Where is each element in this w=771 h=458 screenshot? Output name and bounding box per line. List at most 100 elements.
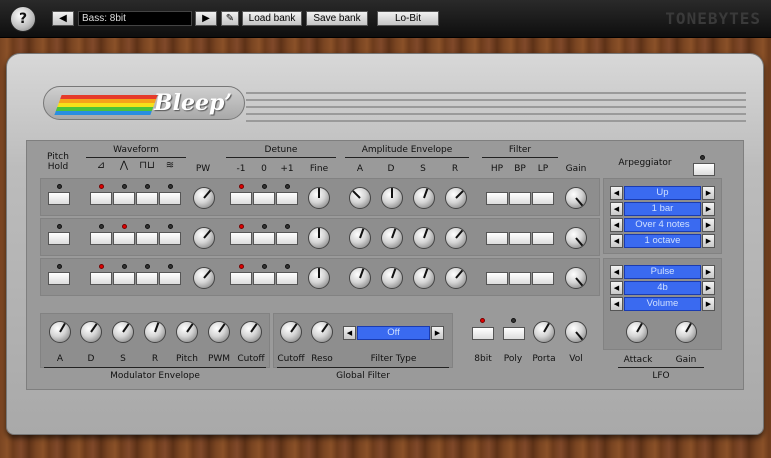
edit-preset-button[interactable]: ✎ [221, 11, 239, 26]
osc1-wave-switch[interactable] [159, 192, 181, 205]
mod-0-knob[interactable] [49, 321, 71, 343]
osc3-amp-knob[interactable] [349, 267, 371, 289]
mod-6-knob[interactable] [240, 321, 262, 343]
lfo-option-2-next-button[interactable]: ▶ [702, 281, 715, 295]
osc1-amp-knob[interactable] [413, 187, 435, 209]
lfo-gain-knob[interactable] [675, 321, 697, 343]
global-reso-knob[interactable] [311, 321, 333, 343]
arp-option-2-next-button[interactable]: ▶ [702, 202, 715, 216]
arp-option-3-prev-button[interactable]: ◀ [610, 218, 623, 232]
lfo-option-1-value[interactable]: Pulse [624, 265, 701, 279]
osc1-filter-switch[interactable] [486, 192, 508, 205]
osc2-amp-knob[interactable] [381, 227, 403, 249]
osc3-amp-knob[interactable] [413, 267, 435, 289]
osc2-amp-knob[interactable] [349, 227, 371, 249]
load-bank-button[interactable]: Load bank [242, 11, 302, 26]
filter-type-prev-button[interactable]: ◀ [343, 326, 356, 340]
osc2-wave-switch[interactable] [136, 232, 158, 245]
global-cutoff-knob[interactable] [280, 321, 302, 343]
mod-5-knob[interactable] [208, 321, 230, 343]
osc1-detune-switch[interactable] [253, 192, 275, 205]
osc3-wave-switch[interactable] [90, 272, 112, 285]
osc3-wave-switch[interactable] [159, 272, 181, 285]
osc3-filter-switch[interactable] [486, 272, 508, 285]
osc2-amp-knob[interactable] [413, 227, 435, 249]
osc3-wave-switch[interactable] [113, 272, 135, 285]
osc1-wave-switch[interactable] [90, 192, 112, 205]
osc2-detune-switch[interactable] [276, 232, 298, 245]
lfo-option-3-prev-button[interactable]: ◀ [610, 297, 623, 311]
osc1-amp-knob[interactable] [381, 187, 403, 209]
osc3-detune-switch[interactable] [276, 272, 298, 285]
next-preset-button[interactable]: ▶ [195, 11, 217, 26]
osc3-detune-switch[interactable] [253, 272, 275, 285]
lfo-attack-knob[interactable] [626, 321, 648, 343]
osc2-pitch-hold-switch[interactable] [48, 232, 70, 245]
arp-option-1-next-button[interactable]: ▶ [702, 186, 715, 200]
osc1-detune-switch[interactable] [230, 192, 252, 205]
osc3-amp-knob[interactable] [445, 267, 467, 289]
8bit-switch[interactable] [472, 327, 494, 340]
lfo-option-3-next-button[interactable]: ▶ [702, 297, 715, 311]
osc3-amp-knob[interactable] [381, 267, 403, 289]
osc1-wave-switch[interactable] [136, 192, 158, 205]
osc2-filter-switch[interactable] [532, 232, 554, 245]
osc2-wave-switch[interactable] [159, 232, 181, 245]
osc2-filter-switch[interactable] [486, 232, 508, 245]
lfo-option-2-prev-button[interactable]: ◀ [610, 281, 623, 295]
osc2-pw-knob[interactable] [193, 227, 215, 249]
arp-option-1-value[interactable]: Up [624, 186, 701, 200]
arp-option-3-next-button[interactable]: ▶ [702, 218, 715, 232]
osc1-amp-knob[interactable] [445, 187, 467, 209]
mod-2-knob[interactable] [112, 321, 134, 343]
osc2-gain-knob[interactable] [565, 227, 587, 249]
arp-option-4-next-button[interactable]: ▶ [702, 234, 715, 248]
filter-type-next-button[interactable]: ▶ [431, 326, 444, 340]
poly-switch[interactable] [503, 327, 525, 340]
arp-option-2-value[interactable]: 1 bar [624, 202, 701, 216]
osc2-filter-switch[interactable] [509, 232, 531, 245]
osc3-pw-knob[interactable] [193, 267, 215, 289]
osc1-filter-switch[interactable] [509, 192, 531, 205]
host-menu-icon[interactable]: ? [10, 6, 36, 32]
porta-knob[interactable] [533, 321, 555, 343]
osc2-fine-knob[interactable] [308, 227, 330, 249]
osc2-wave-switch[interactable] [113, 232, 135, 245]
osc3-wave-switch[interactable] [136, 272, 158, 285]
lo-bit-button[interactable]: Lo-Bit [377, 11, 439, 26]
osc2-detune-switch[interactable] [230, 232, 252, 245]
osc3-fine-knob[interactable] [308, 267, 330, 289]
osc1-pitch-hold-switch[interactable] [48, 192, 70, 205]
arp-option-1-prev-button[interactable]: ◀ [610, 186, 623, 200]
osc1-amp-knob[interactable] [349, 187, 371, 209]
osc3-filter-switch[interactable] [509, 272, 531, 285]
arp-option-4-value[interactable]: 1 octave [624, 234, 701, 248]
arp-option-3-value[interactable]: Over 4 notes [624, 218, 701, 232]
osc3-detune-switch[interactable] [230, 272, 252, 285]
arp-option-4-prev-button[interactable]: ◀ [610, 234, 623, 248]
mod-1-knob[interactable] [80, 321, 102, 343]
osc3-gain-knob[interactable] [565, 267, 587, 289]
osc3-filter-switch[interactable] [532, 272, 554, 285]
lfo-option-3-value[interactable]: Volume [624, 297, 701, 311]
arp-enable-switch[interactable] [693, 163, 715, 176]
osc1-filter-switch[interactable] [532, 192, 554, 205]
mod-3-knob[interactable] [144, 321, 166, 343]
lfo-option-1-prev-button[interactable]: ◀ [610, 265, 623, 279]
osc2-amp-knob[interactable] [445, 227, 467, 249]
mod-4-knob[interactable] [176, 321, 198, 343]
lfo-option-1-next-button[interactable]: ▶ [702, 265, 715, 279]
lfo-option-2-value[interactable]: 4b [624, 281, 701, 295]
osc1-wave-switch[interactable] [113, 192, 135, 205]
preset-name-field[interactable]: Bass: 8bit [78, 11, 192, 26]
save-bank-button[interactable]: Save bank [306, 11, 368, 26]
vol-knob[interactable] [565, 321, 587, 343]
filter-type-value[interactable]: Off [357, 326, 430, 340]
osc2-wave-switch[interactable] [90, 232, 112, 245]
arp-option-2-prev-button[interactable]: ◀ [610, 202, 623, 216]
osc1-fine-knob[interactable] [308, 187, 330, 209]
prev-preset-button[interactable]: ◀ [52, 11, 74, 26]
osc3-pitch-hold-switch[interactable] [48, 272, 70, 285]
osc1-pw-knob[interactable] [193, 187, 215, 209]
osc1-gain-knob[interactable] [565, 187, 587, 209]
